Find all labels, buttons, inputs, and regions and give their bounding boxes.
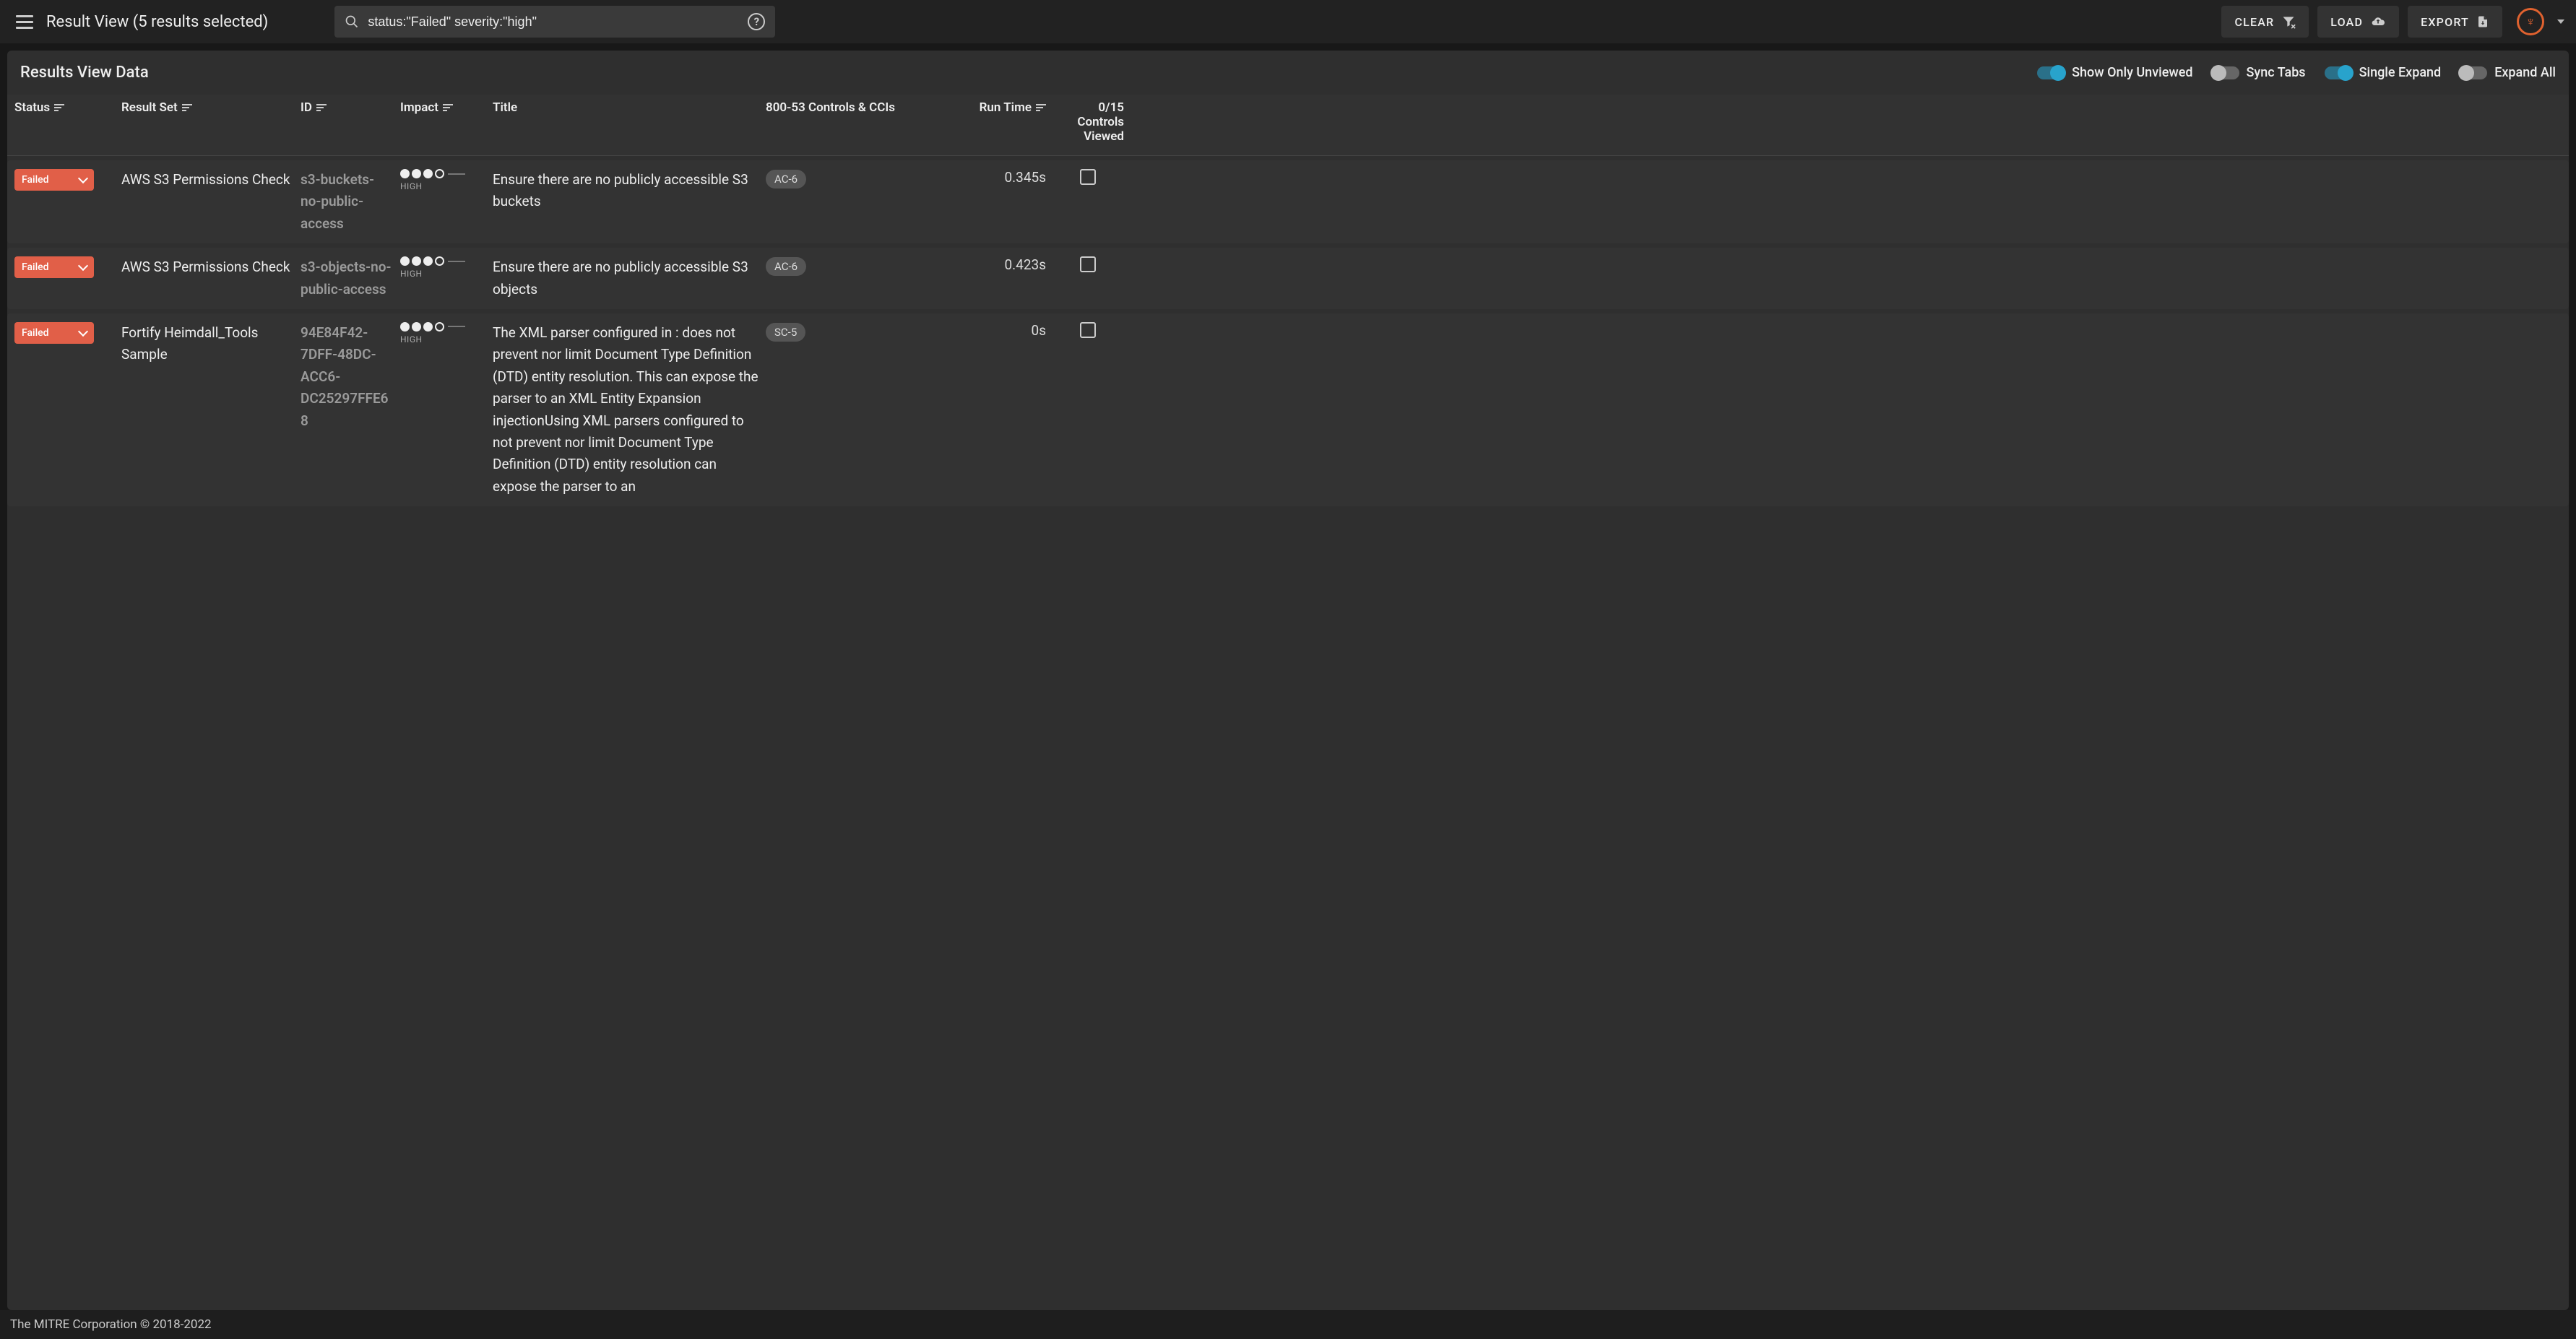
viewed-checkbox[interactable] <box>1080 169 1096 185</box>
switch-show-unviewed[interactable] <box>2037 66 2065 79</box>
toggle-sync-tabs[interactable]: Sync Tabs <box>2212 65 2306 80</box>
col-viewed: 0/15 Controls Viewed <box>1052 100 1124 144</box>
result-set-cell: AWS S3 Permissions Check <box>121 256 295 278</box>
toggle-label: Show Only Unviewed <box>2072 65 2192 80</box>
result-set-cell: Fortify Heimdall_Tools Sample <box>121 322 295 366</box>
results-panel: Results View Data Show Only Unviewed Syn… <box>7 51 2569 1310</box>
upload-cloud-icon <box>2370 14 2386 29</box>
id-cell: s3-objects-no-public-access <box>301 256 394 300</box>
control-tag[interactable]: AC-6 <box>766 170 806 188</box>
status-chip[interactable]: Failed <box>14 256 94 278</box>
table-row[interactable]: Failed Fortify Heimdall_Tools Sample94E84… <box>7 313 2569 506</box>
col-status[interactable]: Status <box>14 100 116 115</box>
filter-clear-icon <box>2281 14 2296 29</box>
chevron-down-icon <box>78 261 88 271</box>
result-set-cell: AWS S3 Permissions Check <box>121 169 295 191</box>
col-controls: 800-53 Controls & CCIs <box>766 100 946 115</box>
impact-label: HIGH <box>400 269 487 279</box>
user-menu-caret-icon[interactable] <box>2557 20 2564 24</box>
toggle-label: Single Expand <box>2359 65 2442 80</box>
sort-icon <box>1036 104 1046 111</box>
impact-cell: HIGH <box>400 256 487 279</box>
menu-button[interactable] <box>12 9 38 35</box>
sort-icon <box>443 104 453 111</box>
toggle-label: Expand All <box>2494 65 2556 80</box>
col-impact[interactable]: Impact <box>400 100 487 115</box>
status-chip[interactable]: Failed <box>14 322 94 344</box>
viewed-cell <box>1052 322 1124 338</box>
viewed-cell <box>1052 256 1124 272</box>
id-cell: 94E84F42-7DFF-48DC-ACC6-DC25297FFE68 <box>301 322 394 432</box>
control-tag[interactable]: AC-6 <box>766 257 806 276</box>
help-icon[interactable]: ? <box>748 13 765 30</box>
load-label: LOAD <box>2330 15 2363 29</box>
panel-header: Results View Data Show Only Unviewed Syn… <box>7 51 2569 95</box>
search-field[interactable]: ? <box>334 6 775 38</box>
export-label: EXPORT <box>2421 15 2469 29</box>
impact-label: HIGH <box>400 181 487 191</box>
table-row[interactable]: Failed AWS S3 Permissions Check s3-buckets… <box>7 160 2569 243</box>
chevron-down-icon <box>78 173 88 183</box>
controls-cell: SC-5 <box>766 322 946 342</box>
col-runtime[interactable]: Run Time <box>952 100 1046 115</box>
switch-expand-all[interactable] <box>2460 66 2487 79</box>
runtime-cell: 0s <box>952 322 1046 339</box>
export-button[interactable]: EXPORT <box>2408 6 2502 38</box>
control-tag[interactable]: SC-5 <box>766 323 805 342</box>
title-cell: The XML parser configured in : does not … <box>493 322 760 498</box>
col-id[interactable]: ID <box>301 100 394 115</box>
impact-dots-icon <box>400 169 487 178</box>
controls-cell: AC-6 <box>766 169 946 188</box>
search-input[interactable] <box>368 14 739 30</box>
viewed-cell <box>1052 169 1124 185</box>
toggle-expand-all[interactable]: Expand All <box>2460 65 2556 80</box>
table-row[interactable]: Failed AWS S3 Permissions Check s3-objects… <box>7 248 2569 309</box>
page-title: Result View (5 results selected) <box>46 13 268 31</box>
controls-cell: AC-6 <box>766 256 946 276</box>
clear-label: CLEAR <box>2234 15 2274 29</box>
id-cell: s3-buckets-no-public-access <box>301 169 394 235</box>
runtime-cell: 0.423s <box>952 256 1046 273</box>
file-export-icon <box>2476 14 2489 29</box>
impact-label: HIGH <box>400 334 487 344</box>
results-table: Status Result Set ID Impact Title 800-53… <box>7 95 2569 1310</box>
status-label: Failed <box>22 327 49 339</box>
chevron-down-icon <box>78 326 88 337</box>
title-cell: Ensure there are no publicly accessible … <box>493 169 760 213</box>
impact-cell: HIGH <box>400 322 487 344</box>
search-icon <box>345 14 359 29</box>
impact-cell: HIGH <box>400 169 487 191</box>
sort-icon <box>316 104 327 111</box>
switch-single-expand[interactable] <box>2325 66 2352 79</box>
status-label: Failed <box>22 174 49 186</box>
toggle-single-expand[interactable]: Single Expand <box>2325 65 2442 80</box>
impact-dots-icon <box>400 322 487 332</box>
toggle-show-unviewed[interactable]: Show Only Unviewed <box>2037 65 2192 80</box>
sort-icon <box>54 104 64 111</box>
footer-text: The MITRE Corporation © 2018-2022 <box>10 1317 212 1332</box>
col-result-set[interactable]: Result Set <box>121 100 295 115</box>
table-header: Status Result Set ID Impact Title 800-53… <box>7 95 2569 156</box>
panel-title: Results View Data <box>20 64 149 82</box>
status-label: Failed <box>22 261 49 273</box>
impact-dots-icon <box>400 256 487 266</box>
switch-sync-tabs[interactable] <box>2212 66 2239 79</box>
runtime-cell: 0.345s <box>952 169 1046 186</box>
load-button[interactable]: LOAD <box>2317 6 2399 38</box>
viewed-checkbox[interactable] <box>1080 322 1096 338</box>
clear-button[interactable]: CLEAR <box>2221 6 2309 38</box>
status-chip[interactable]: Failed <box>14 169 94 191</box>
viewed-checkbox[interactable] <box>1080 256 1096 272</box>
appbar: Result View (5 results selected) ? CLEAR… <box>0 0 2576 43</box>
footer: The MITRE Corporation © 2018-2022 <box>0 1310 2576 1339</box>
col-title: Title <box>493 100 760 115</box>
logo-icon: ♆ <box>2525 14 2536 30</box>
sort-icon <box>182 104 192 111</box>
toggle-label: Sync Tabs <box>2247 65 2306 80</box>
app-logo[interactable]: ♆ <box>2517 8 2544 35</box>
title-cell: Ensure there are no publicly accessible … <box>493 256 760 300</box>
